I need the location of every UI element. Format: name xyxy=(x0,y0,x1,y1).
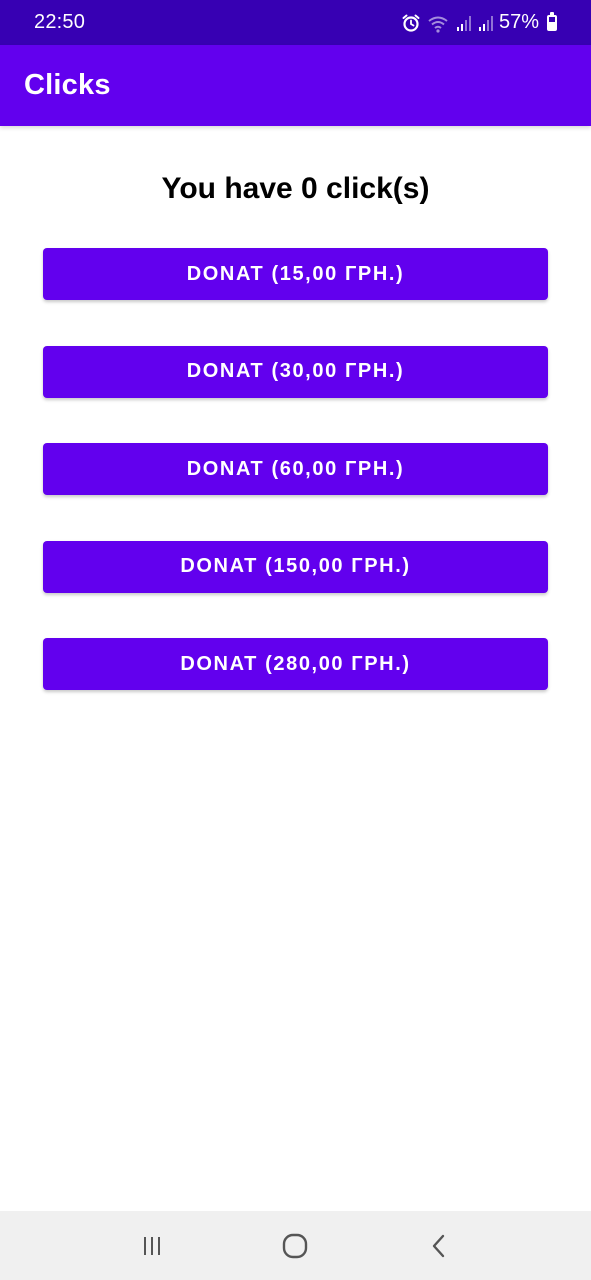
donate-button-150[interactable]: DONAT (150,00 ГРН.) xyxy=(43,540,548,593)
app-screen: 22:50 57% Clicks You have 0 click(s) DON… xyxy=(0,0,591,1280)
signal-icon xyxy=(456,15,471,31)
status-bar: 22:50 57% xyxy=(0,0,591,45)
status-icons: 57% xyxy=(401,11,557,34)
battery-fill xyxy=(549,21,555,29)
app-title: Clicks xyxy=(24,69,111,101)
donate-button-list: DONAT (15,00 ГРН.) DONAT (30,00 ГРН.) DO… xyxy=(43,248,548,736)
signal-icon xyxy=(478,15,493,31)
navigation-bar xyxy=(0,1211,591,1280)
battery-icon xyxy=(547,11,557,31)
home-icon[interactable] xyxy=(265,1216,325,1276)
donate-button-280[interactable]: DONAT (280,00 ГРН.) xyxy=(43,638,548,690)
app-bar: Clicks xyxy=(0,45,591,126)
battery-percent: 57% xyxy=(498,11,539,33)
back-icon[interactable] xyxy=(409,1216,469,1276)
clicks-counter-label: You have 0 click(s) xyxy=(161,172,430,205)
recent-apps-icon[interactable] xyxy=(122,1216,182,1276)
donate-button-60[interactable]: DONAT (60,00 ГРН.) xyxy=(43,443,548,495)
donate-button-15[interactable]: DONAT (15,00 ГРН.) xyxy=(43,248,548,300)
donate-button-30[interactable]: DONAT (30,00 ГРН.) xyxy=(43,345,548,398)
wifi-icon xyxy=(427,13,449,33)
alarm-icon xyxy=(401,13,421,33)
status-time: 22:50 xyxy=(34,11,86,33)
